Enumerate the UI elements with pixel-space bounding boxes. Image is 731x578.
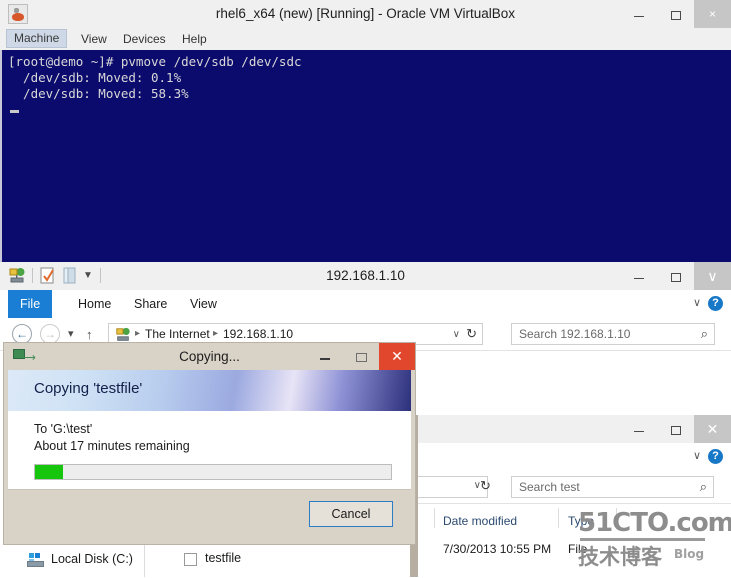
menu-item-devices[interactable]: Devices — [116, 30, 173, 48]
copying-dialog-titlebar[interactable]: ⟶ Copying... ✕ — [4, 343, 415, 370]
search-placeholder: Search 192.168.1.10 — [519, 327, 631, 341]
tab-home[interactable]: Home — [66, 290, 123, 318]
explorer1-maximize-button[interactable] — [657, 262, 694, 290]
explorer2-navigation-bar: ∨ ↻ Search test ⌕ — [418, 471, 731, 503]
menu-item-help[interactable]: Help — [175, 30, 214, 48]
copying-dialog-body: To 'G:\test' About 17 minutes remaining — [8, 411, 411, 489]
cell-date-modified: 7/30/2013 10:55 PM — [443, 542, 552, 556]
copying-dialog-banner: Copying 'testfile' — [8, 370, 411, 411]
explorer-window-test: ✕ ∨ ? ∨ ↻ Search test ⌕ Date modified Ty… — [418, 415, 731, 578]
copying-dialog: ⟶ Copying... ✕ Copying 'testfile' To 'G:… — [3, 342, 416, 545]
explorer2-search-input[interactable]: Search test ⌕ — [511, 476, 714, 498]
explorer2-ribbon-collapse-icon[interactable]: ∨ — [693, 449, 701, 462]
explorer2-help-icon[interactable]: ? — [708, 449, 723, 464]
explorer1-minimize-button[interactable] — [620, 262, 657, 290]
cell-type: File — [568, 542, 588, 556]
explorer2-minimize-button[interactable] — [620, 415, 657, 443]
copying-dialog-footer: Cancel — [8, 489, 411, 541]
explorer1-close-button[interactable]: ∨ — [694, 262, 731, 290]
explorer2-file-list[interactable]: Date modified Type 7/30/2013 10:55 PM Fi… — [418, 503, 731, 578]
tab-file[interactable]: File — [8, 290, 53, 318]
forward-button[interactable]: → — [40, 324, 60, 344]
copy-progress-bar — [34, 464, 392, 480]
terminal-line-3: /dev/sdb: Moved: 58.3% — [8, 86, 189, 101]
explorer1-ribbon-tabs: File Home Share View ∨ ? — [0, 290, 731, 319]
cancel-button[interactable]: Cancel — [309, 501, 393, 527]
explorer2-maximize-button[interactable] — [657, 415, 694, 443]
copying-banner-text: Copying 'testfile' — [34, 380, 143, 397]
copy-time-remaining-text: About 17 minutes remaining — [34, 439, 190, 453]
help-icon[interactable]: ? — [708, 296, 723, 311]
up-button[interactable]: ↑ — [86, 327, 93, 342]
sidebar-divider — [144, 545, 145, 577]
virtualbox-titlebar[interactable]: rhel6_x64 (new) [Running] - Oracle VM Vi… — [0, 0, 731, 29]
copy-destination-text: To 'G:\test' — [34, 422, 93, 436]
local-disk-icon — [27, 553, 44, 567]
menu-item-view[interactable]: View — [74, 30, 114, 48]
explorer2-titlebar[interactable]: ✕ — [418, 415, 731, 443]
terminal-cursor — [10, 110, 19, 113]
search-icon[interactable]: ⌕ — [701, 326, 708, 342]
address-dropdown-icon[interactable]: ∨ — [453, 329, 460, 340]
recent-locations-icon[interactable]: ▾ — [68, 327, 74, 340]
list-item[interactable]: testfile — [152, 545, 272, 577]
explorer2-ribbon-tabs: ∨ ? — [418, 443, 731, 472]
list-item-label: testfile — [205, 551, 242, 565]
copying-dialog-maximize-button[interactable] — [343, 343, 379, 370]
tab-view[interactable]: View — [178, 290, 229, 318]
breadcrumb-item-the-internet[interactable]: The Internet — [145, 327, 210, 341]
search-input[interactable]: Search 192.168.1.10 ⌕ — [511, 323, 715, 345]
breadcrumb-item-host[interactable]: 192.168.1.10 — [223, 327, 293, 341]
vm-terminal-screen[interactable]: [root@demo ~]# pvmove /dev/sdb /dev/sdc … — [0, 50, 731, 262]
virtualbox-window: rhel6_x64 (new) [Running] - Oracle VM Vi… — [0, 0, 731, 262]
list-item-checkbox[interactable] — [184, 553, 197, 566]
ribbon-collapse-icon[interactable]: ∨ — [693, 296, 701, 309]
explorer2-close-button[interactable]: ✕ — [694, 415, 731, 443]
explorer2-refresh-icon[interactable]: ↻ — [480, 478, 491, 494]
explorer2-address-bar[interactable]: ∨ — [418, 476, 488, 498]
sidebar-item-local-disk-c[interactable]: Local Disk (C:) — [51, 552, 133, 566]
column-header-type[interactable]: Type — [568, 514, 594, 528]
copy-progress-fill — [35, 465, 64, 479]
explorer2-search-icon[interactable]: ⌕ — [700, 479, 707, 495]
virtualbox-menubar: Machine View Devices Help — [0, 28, 731, 51]
virtualbox-minimize-button[interactable] — [620, 0, 657, 28]
explorer2-search-placeholder: Search test — [519, 480, 580, 494]
copying-dialog-close-button[interactable]: ✕ — [379, 343, 415, 370]
explorer1-titlebar[interactable]: ▼ 192.168.1.10 ∨ — [0, 262, 731, 290]
tab-share[interactable]: Share — [122, 290, 179, 318]
menu-item-machine[interactable]: Machine — [6, 29, 68, 48]
virtualbox-maximize-button[interactable] — [657, 0, 694, 28]
terminal-line-1: [root@demo ~]# pvmove /dev/sdb /dev/sdc — [8, 54, 302, 69]
terminal-line-2: /dev/sdb: Moved: 0.1% — [8, 70, 182, 85]
refresh-icon[interactable]: ↻ — [466, 326, 477, 342]
virtualbox-close-button[interactable]: × — [694, 0, 731, 28]
column-header-date-modified[interactable]: Date modified — [443, 514, 517, 528]
back-button[interactable]: ← — [12, 324, 32, 344]
copying-dialog-minimize-button[interactable] — [307, 343, 343, 370]
